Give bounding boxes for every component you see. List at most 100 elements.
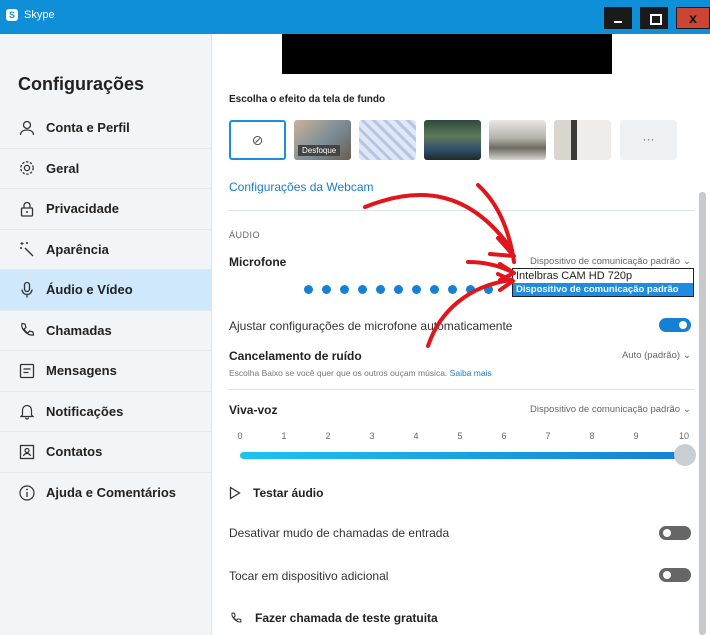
settings-heading: Configurações xyxy=(18,74,145,94)
sidebar-item-privacy[interactable]: Privacidade xyxy=(0,189,212,230)
speaker-volume-handle[interactable] xyxy=(674,444,696,466)
free-test-call-label: Fazer chamada de teste gratuita xyxy=(255,611,438,625)
scale-tick: 8 xyxy=(589,431,595,441)
sidebar-item-label: Privacidade xyxy=(46,201,119,217)
extra-device-label: Tocar em dispositivo adicional xyxy=(229,569,389,583)
background-none-option[interactable]: ⊘ xyxy=(229,120,286,160)
settings-content: Escolha o efeito da tela de fundo ⊘ Desf… xyxy=(212,34,710,635)
sidebar-item-label: Aparência xyxy=(46,241,109,257)
minimize-button[interactable] xyxy=(604,7,632,29)
message-icon xyxy=(18,362,36,380)
bell-icon xyxy=(18,402,36,420)
divider xyxy=(229,389,695,390)
microphone-label: Microfone xyxy=(229,255,287,269)
free-test-call-button[interactable]: Fazer chamada de teste gratuita xyxy=(229,610,438,626)
sidebar-item-messages[interactable]: Mensagens xyxy=(0,351,212,392)
chevron-down-icon: ⌄ xyxy=(683,404,691,415)
test-audio-label: Testar áudio xyxy=(253,486,324,500)
close-button[interactable]: x xyxy=(676,7,710,29)
noise-cancellation-value: Auto (padrão) xyxy=(621,350,681,361)
learn-more-link[interactable]: Saiba mais xyxy=(450,368,492,378)
maximize-button[interactable] xyxy=(640,7,668,29)
sidebar-item-notifications[interactable]: Notificações xyxy=(0,392,212,432)
test-audio-button[interactable]: Testar áudio xyxy=(229,486,323,500)
scale-tick: 9 xyxy=(633,431,639,441)
microphone-icon xyxy=(18,281,36,299)
sidebar-item-audio-video[interactable]: Áudio e Vídeo xyxy=(0,270,212,311)
scale-tick: 4 xyxy=(413,431,419,441)
sidebar-item-label: Mensagens xyxy=(46,363,117,379)
scale-tick: 10 xyxy=(678,431,690,441)
background-image-option-2[interactable] xyxy=(424,120,481,160)
close-icon: x xyxy=(689,10,697,26)
background-image-option-4[interactable] xyxy=(554,120,611,160)
blur-label: Desfoque xyxy=(298,145,341,156)
person-icon xyxy=(18,119,36,137)
webcam-settings-link[interactable]: Configurações da Webcam xyxy=(229,180,374,194)
no-effect-icon: ⊘ xyxy=(251,132,264,148)
noise-cancellation-label: Cancelamento de ruído xyxy=(229,349,362,363)
settings-sidebar: Configurações Conta e Perfil Geral Priva… xyxy=(0,34,212,635)
title-bar: S Skype x xyxy=(0,0,710,34)
more-backgrounds-button[interactable]: ··· xyxy=(620,120,677,160)
microphone-dropdown[interactable]: Dispositivo de comunicação padrão ⌄ xyxy=(530,256,691,267)
auto-adjust-mic-toggle[interactable] xyxy=(659,318,691,332)
sidebar-item-label: Geral xyxy=(46,160,80,176)
contact-card-icon xyxy=(18,443,36,461)
microphone-option-default[interactable]: Dispositivo de comunicação padrão xyxy=(513,283,693,296)
background-effect-title: Escolha o efeito da tela de fundo xyxy=(229,94,386,105)
speaker-label: Viva-voz xyxy=(229,403,278,417)
chevron-down-icon: ⌄ xyxy=(683,350,691,361)
sidebar-item-label: Chamadas xyxy=(46,322,112,338)
background-image-option-3[interactable] xyxy=(489,120,546,160)
mute-incoming-toggle[interactable] xyxy=(659,526,691,540)
noise-cancellation-hint: Escolha Baixo se você quer que os outros… xyxy=(229,368,492,378)
microphone-option-intelbras[interactable]: Intelbras CAM HD 720p xyxy=(513,269,693,283)
sidebar-item-general[interactable]: Geral xyxy=(0,149,212,189)
skype-logo-icon: S xyxy=(6,9,18,21)
microphone-dropdown-menu: Intelbras CAM HD 720p Dispositivo de com… xyxy=(512,268,694,297)
phone-icon xyxy=(231,612,242,623)
sidebar-item-contacts[interactable]: Contatos xyxy=(0,432,212,473)
scale-tick: 2 xyxy=(325,431,331,441)
noise-cancellation-dropdown[interactable]: Auto (padrão) ⌄ xyxy=(622,350,691,361)
noise-hint-text: Escolha Baixo se você quer que os outros… xyxy=(229,368,448,378)
speaker-dropdown[interactable]: Dispositivo de comunicação padrão ⌄ xyxy=(530,404,691,415)
sidebar-item-appearance[interactable]: Aparência xyxy=(0,230,212,270)
sidebar-item-help[interactable]: Ajuda e Comentários xyxy=(0,473,212,514)
scale-tick: 7 xyxy=(545,431,551,441)
play-icon xyxy=(229,486,241,500)
auto-adjust-mic-label: Ajustar configurações de microfone autom… xyxy=(229,319,513,333)
sidebar-item-label: Notificações xyxy=(46,403,124,419)
scale-tick: 5 xyxy=(457,431,463,441)
magic-wand-icon xyxy=(18,240,36,258)
scale-tick: 3 xyxy=(369,431,375,441)
sidebar-item-account[interactable]: Conta e Perfil xyxy=(0,108,212,149)
sidebar-item-calls[interactable]: Chamadas xyxy=(0,311,212,351)
mute-incoming-label: Desativar mudo de chamadas de entrada xyxy=(229,526,450,540)
extra-device-toggle[interactable] xyxy=(659,568,691,582)
scrollbar[interactable] xyxy=(699,192,706,635)
sidebar-item-label: Conta e Perfil xyxy=(46,120,130,136)
speaker-volume-slider[interactable] xyxy=(240,452,687,459)
scale-tick: 1 xyxy=(281,431,287,441)
scale-tick: 0 xyxy=(237,431,243,441)
chevron-down-icon: ⌄ xyxy=(683,256,691,267)
info-icon xyxy=(18,484,36,502)
settings-nav: Conta e Perfil Geral Privacidade Aparênc… xyxy=(0,108,212,513)
redacted-video-preview xyxy=(282,34,612,74)
background-blur-option[interactable]: Desfoque xyxy=(294,120,351,160)
microphone-level-meter xyxy=(304,285,514,295)
phone-icon xyxy=(18,321,36,339)
gear-icon xyxy=(18,159,36,177)
speaker-dropdown-value: Dispositivo de comunicação padrão xyxy=(530,404,681,415)
microphone-dropdown-value: Dispositivo de comunicação padrão xyxy=(530,256,681,267)
window-title: Skype xyxy=(24,9,55,21)
sidebar-item-label: Áudio e Vídeo xyxy=(46,282,133,298)
background-image-option-1[interactable] xyxy=(359,120,416,160)
divider xyxy=(229,210,695,211)
scale-tick: 6 xyxy=(501,431,507,441)
more-icon: ··· xyxy=(642,132,655,146)
sidebar-item-label: Ajuda e Comentários xyxy=(46,485,177,501)
lock-icon xyxy=(18,200,36,218)
